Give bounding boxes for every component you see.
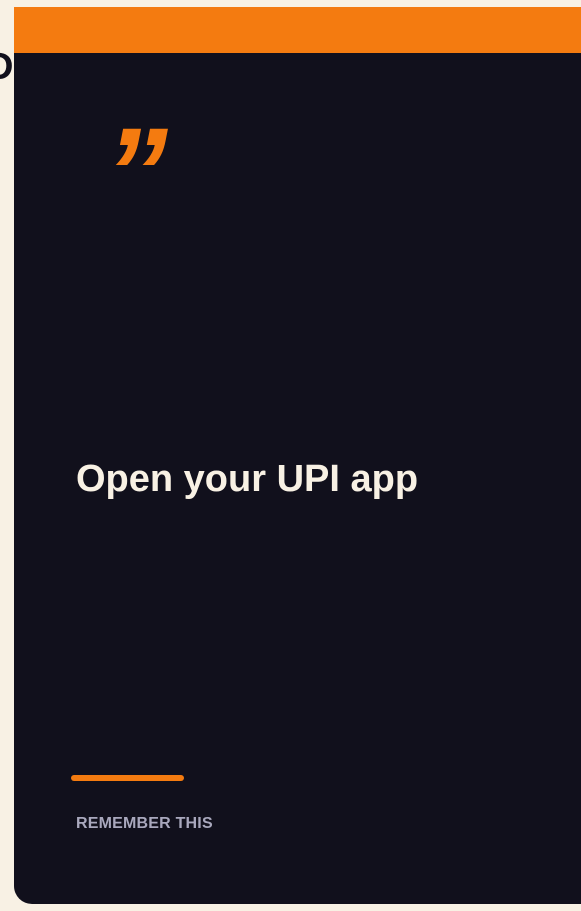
card-headline: Open your UPI app [76,458,419,500]
closing-quote-icon: ” [104,102,168,245]
footer-label: REMEMBER THIS [76,815,213,832]
footer-accent-rule [71,775,184,781]
page: D ” Open your UPI app REMEMBER THIS [0,0,581,911]
top-accent-bar [14,7,581,53]
message-card: ” Open your UPI app REMEMBER THIS [14,7,581,904]
partial-edge-glyph: D [0,48,13,86]
